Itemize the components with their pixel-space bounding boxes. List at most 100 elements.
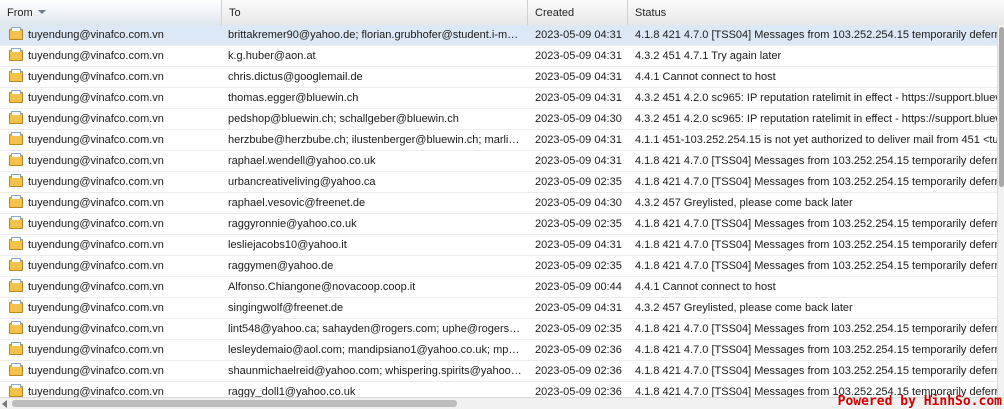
table-row[interactable]: tuyendung@vinafco.com.vn raggymen@yahoo.d…: [0, 256, 1004, 277]
cell-from-text: tuyendung@vinafco.com.vn: [28, 302, 164, 314]
cell-from: tuyendung@vinafco.com.vn: [6, 46, 218, 66]
cell-status: 4.3.2 451 4.7.1 Try again later: [635, 50, 782, 62]
cell-from: tuyendung@vinafco.com.vn: [6, 235, 218, 255]
cell-created: 2023-05-09 04:31: [535, 302, 622, 314]
cell-from-text: tuyendung@vinafco.com.vn: [28, 29, 164, 41]
table-row[interactable]: tuyendung@vinafco.com.vn raggyronnie@yaho…: [0, 214, 1004, 235]
watermark: Powered by HinhSo.com: [837, 394, 1002, 409]
table-row[interactable]: tuyendung@vinafco.com.vn herzbube@herzbub…: [0, 130, 1004, 151]
cell-to: raggymen@yahoo.de: [228, 260, 334, 272]
cell-created: 2023-05-09 04:31: [535, 239, 622, 251]
table-row[interactable]: tuyendung@vinafco.com.vn lint548@yahoo.ca…: [0, 319, 1004, 340]
cell-from: tuyendung@vinafco.com.vn: [6, 319, 218, 339]
table-row[interactable]: tuyendung@vinafco.com.vn brittakremer90@y…: [0, 25, 1004, 46]
mail-envelope-icon: [9, 384, 23, 397]
cell-to: pedshop@bluewin.ch; schallgeber@bluewin.…: [228, 113, 459, 125]
cell-created: 2023-05-09 02:35: [535, 176, 622, 188]
column-header-created-label: Created: [535, 7, 575, 19]
mail-envelope-icon: [9, 342, 23, 355]
cell-created: 2023-05-09 00:44: [535, 281, 622, 293]
cell-status: 4.1.1 451-103.252.254.15 is not yet auth…: [635, 134, 999, 146]
cell-from: tuyendung@vinafco.com.vn: [6, 130, 218, 150]
cell-created: 2023-05-09 04:30: [535, 113, 622, 125]
cell-to: lint548@yahoo.ca; sahayden@rogers.com; u…: [228, 323, 522, 335]
cell-from: tuyendung@vinafco.com.vn: [6, 25, 218, 45]
mail-envelope-icon: [9, 111, 23, 124]
horizontal-scrollbar-thumb[interactable]: [12, 400, 457, 407]
cell-to: raggy_doll1@yahoo.co.uk: [228, 386, 356, 397]
table-row[interactable]: tuyendung@vinafco.com.vn lesliejacobs10@y…: [0, 235, 1004, 256]
table-row[interactable]: tuyendung@vinafco.com.vn chris.dictus@goo…: [0, 67, 1004, 88]
cell-created: 2023-05-09 02:36: [535, 386, 622, 397]
cell-status: 4.3.2 451 4.2.0 sc965: IP reputation rat…: [635, 92, 1004, 104]
cell-from-text: tuyendung@vinafco.com.vn: [28, 323, 164, 335]
cell-status: 4.4.1 Cannot connect to host: [635, 71, 776, 83]
table-row[interactable]: tuyendung@vinafco.com.vn urbancreativeliv…: [0, 172, 1004, 193]
cell-status: 4.1.8 421 4.7.0 [TSS04] Messages from 10…: [635, 239, 999, 251]
vertical-scrollbar-thumb[interactable]: [999, 27, 1004, 187]
table-row[interactable]: tuyendung@vinafco.com.vn singingwolf@free…: [0, 298, 1004, 319]
mail-envelope-icon: [9, 90, 23, 103]
column-header-to[interactable]: To: [222, 0, 528, 25]
mail-envelope-icon: [9, 363, 23, 376]
cell-from: tuyendung@vinafco.com.vn: [6, 151, 218, 171]
cell-created: 2023-05-09 04:31: [535, 92, 622, 104]
cell-from-text: tuyendung@vinafco.com.vn: [28, 92, 164, 104]
cell-to: lesliejacobs10@yahoo.it: [228, 239, 347, 251]
table-row[interactable]: tuyendung@vinafco.com.vn raphael.wendell@…: [0, 151, 1004, 172]
mail-envelope-icon: [9, 279, 23, 292]
grid-header: From To Created Status: [0, 0, 1004, 26]
column-header-from[interactable]: From: [0, 0, 222, 25]
cell-status: 4.1.8 421 4.7.0 [TSS04] Messages from 10…: [635, 323, 999, 335]
cell-to: raphael.wendell@yahoo.co.uk: [228, 155, 376, 167]
column-header-to-label: To: [229, 7, 241, 19]
mail-envelope-icon: [9, 132, 23, 145]
cell-to: brittakremer90@yahoo.de; florian.grubhof…: [228, 29, 519, 41]
mail-envelope-icon: [9, 174, 23, 187]
cell-created: 2023-05-09 04:31: [535, 71, 622, 83]
table-row[interactable]: tuyendung@vinafco.com.vn k.g.huber@aon.at…: [0, 46, 1004, 67]
table-row[interactable]: tuyendung@vinafco.com.vn thomas.egger@blu…: [0, 88, 1004, 109]
cell-from: tuyendung@vinafco.com.vn: [6, 109, 218, 129]
cell-from: tuyendung@vinafco.com.vn: [6, 67, 218, 87]
cell-to: lesleydemaio@aol.com; mandipsiano1@yahoo…: [228, 344, 520, 356]
cell-from: tuyendung@vinafco.com.vn: [6, 340, 218, 360]
table-row[interactable]: tuyendung@vinafco.com.vn Alfonso.Chiangon…: [0, 277, 1004, 298]
table-row[interactable]: tuyendung@vinafco.com.vn shaunmichaelreid…: [0, 361, 1004, 382]
cell-created: 2023-05-09 04:31: [535, 134, 622, 146]
table-row[interactable]: tuyendung@vinafco.com.vn raphael.vesovic@…: [0, 193, 1004, 214]
cell-from-text: tuyendung@vinafco.com.vn: [28, 155, 164, 167]
mail-envelope-icon: [9, 237, 23, 250]
cell-status: 4.1.8 421 4.7.0 [TSS04] Messages from 10…: [635, 260, 999, 272]
cell-created: 2023-05-09 04:31: [535, 155, 622, 167]
cell-from-text: tuyendung@vinafco.com.vn: [28, 218, 164, 230]
cell-to: raphael.vesovic@freenet.de: [228, 197, 366, 209]
cell-from-text: tuyendung@vinafco.com.vn: [28, 239, 164, 251]
cell-created: 2023-05-09 02:36: [535, 365, 622, 377]
cell-from-text: tuyendung@vinafco.com.vn: [28, 260, 164, 272]
cell-created: 2023-05-09 02:36: [535, 344, 622, 356]
sort-descending-icon: [37, 10, 46, 14]
mail-envelope-icon: [9, 195, 23, 208]
cell-status: 4.1.8 421 4.7.0 [TSS04] Messages from 10…: [635, 218, 999, 230]
cell-to: thomas.egger@bluewin.ch: [228, 92, 359, 104]
cell-from-text: tuyendung@vinafco.com.vn: [28, 197, 164, 209]
table-row[interactable]: tuyendung@vinafco.com.vn pedshop@bluewin.…: [0, 109, 1004, 130]
message-queue-grid: From To Created Status tuyendung@vinafco…: [0, 0, 1004, 397]
cell-status: 4.1.8 421 4.7.0 [TSS04] Messages from 10…: [635, 365, 999, 377]
cell-status: 4.1.8 421 4.7.0 [TSS04] Messages from 10…: [635, 176, 999, 188]
cell-from-text: tuyendung@vinafco.com.vn: [28, 365, 164, 377]
cell-from-text: tuyendung@vinafco.com.vn: [28, 71, 164, 83]
cell-from-text: tuyendung@vinafco.com.vn: [28, 344, 164, 356]
cell-status: 4.1.8 421 4.7.0 [TSS04] Messages from 10…: [635, 344, 999, 356]
scroll-left-icon[interactable]: [2, 400, 7, 408]
cell-from: tuyendung@vinafco.com.vn: [6, 193, 218, 213]
table-row[interactable]: tuyendung@vinafco.com.vn lesleydemaio@aol…: [0, 340, 1004, 361]
column-header-created[interactable]: Created: [528, 0, 628, 25]
cell-to: chris.dictus@googlemail.de: [228, 71, 363, 83]
column-header-status[interactable]: Status: [628, 0, 1004, 25]
cell-to: herzbube@herzbube.ch; ilustenberger@blue…: [228, 134, 520, 146]
cell-status: 4.1.8 421 4.7.0 [TSS04] Messages from 10…: [635, 29, 999, 41]
cell-to: singingwolf@freenet.de: [228, 302, 344, 314]
vertical-scrollbar[interactable]: [997, 25, 1004, 397]
